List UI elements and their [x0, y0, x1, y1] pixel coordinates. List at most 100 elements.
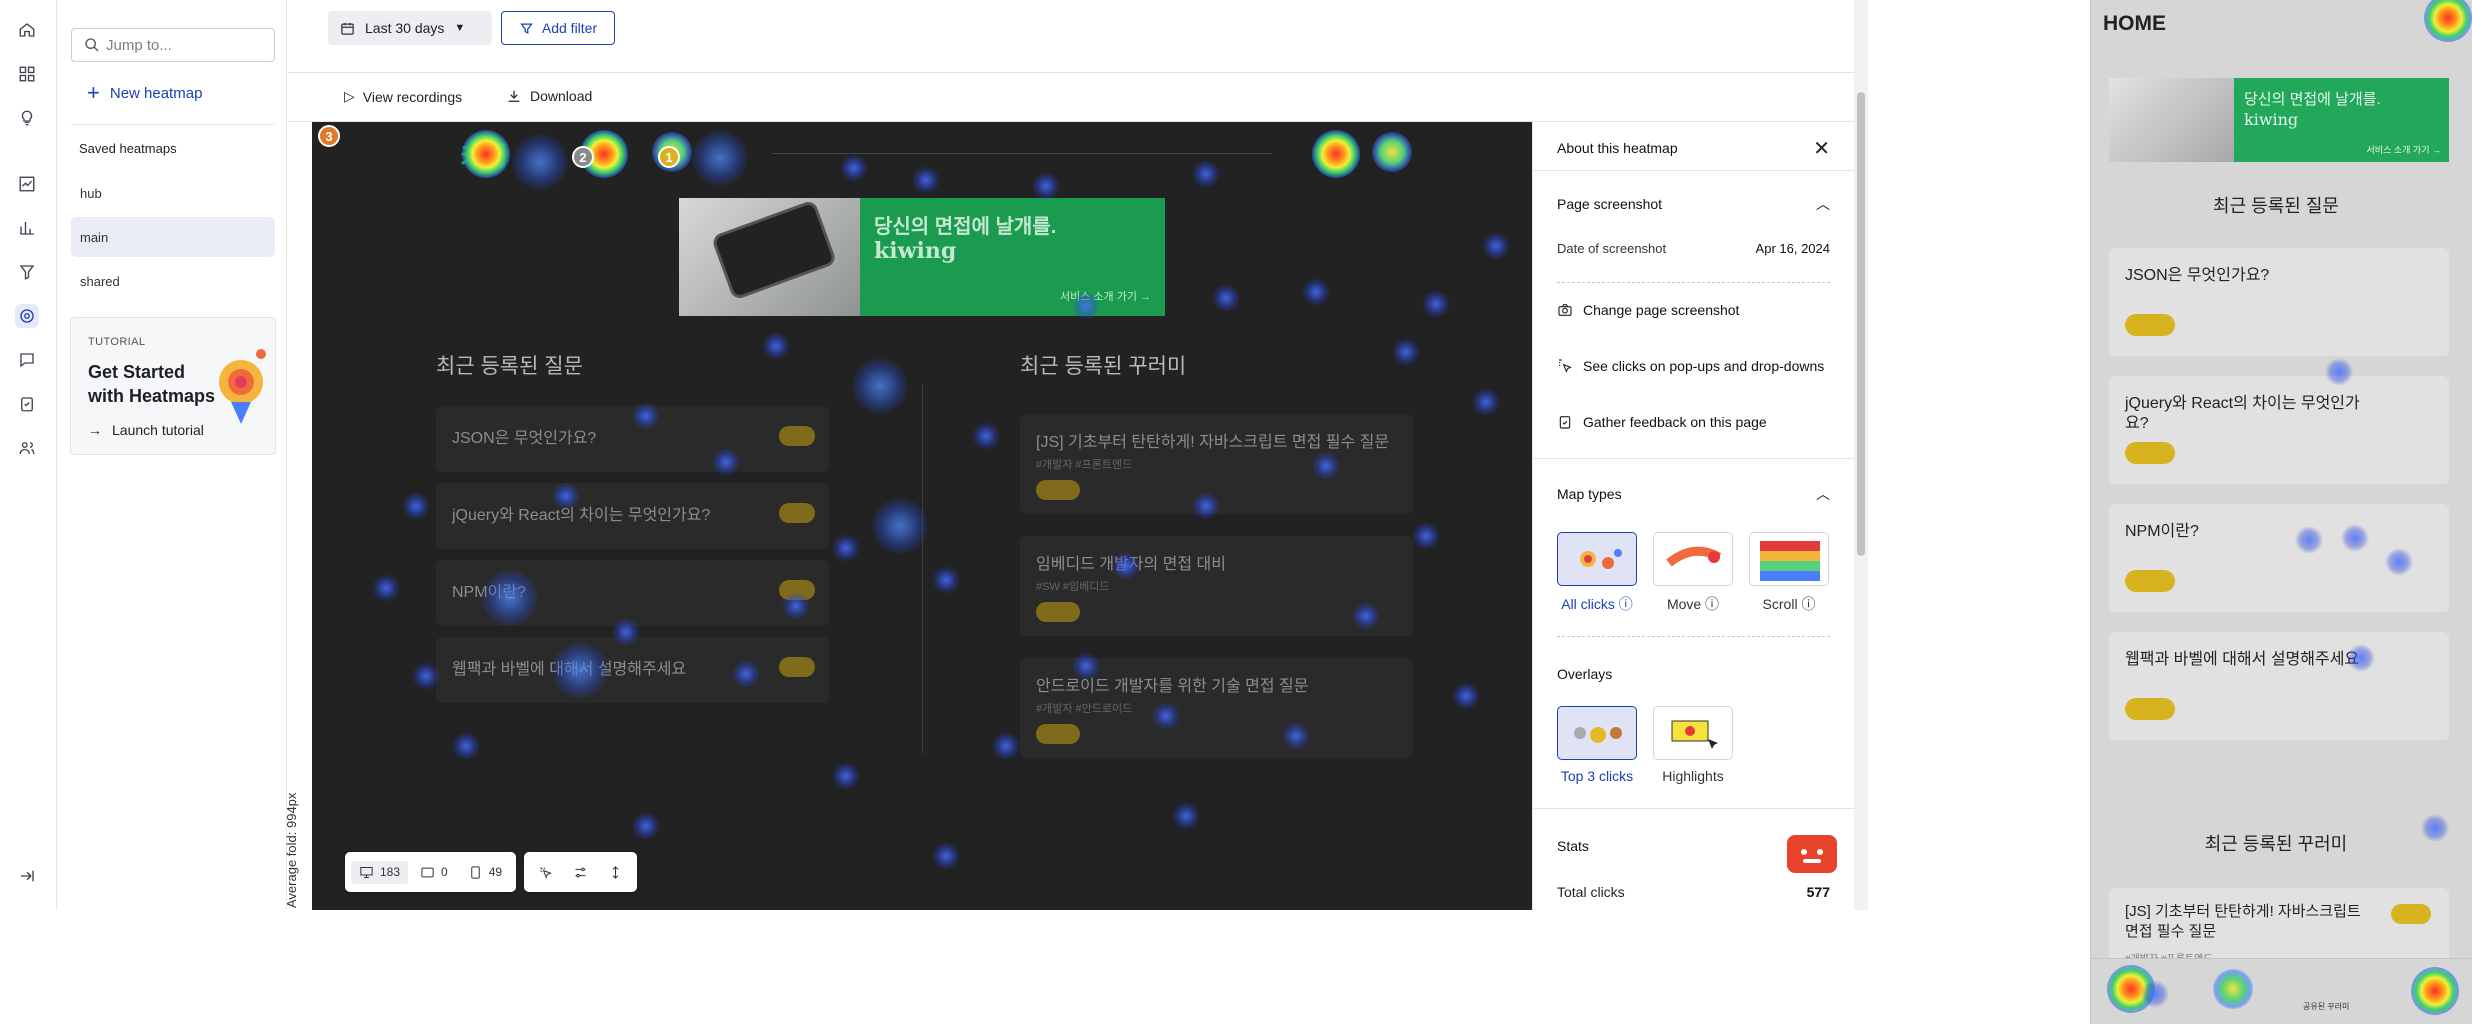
mobile-hero-line-1: 당신의 면접에 날개를.	[2244, 91, 2381, 108]
heatmap-canvas[interactable]: 키윙 당신의 면접에 날개를. kiwing 서비스 소개 가기 → 최근 등록…	[312, 122, 1532, 910]
bundle-title: [JS] 기초부터 탄탄하게! 자바스크립트 면접 필수 질문	[1036, 434, 1390, 451]
all-clicks-map-option[interactable]	[1557, 532, 1637, 586]
question-badge	[2125, 442, 2175, 464]
calendar-icon	[341, 22, 354, 35]
trends-icon[interactable]	[15, 172, 39, 196]
see-clicks-button[interactable]: See clicks on pop-ups and drop-downs	[1557, 354, 1830, 378]
heat-spot	[2141, 980, 2169, 1008]
heat-spot	[732, 660, 760, 688]
desktop-toggle[interactable]: 183	[351, 860, 409, 884]
heat-spot	[972, 422, 1000, 450]
sliders-icon	[575, 867, 586, 877]
top-3-clicks-overlay-option[interactable]	[1557, 706, 1637, 760]
move-map-option[interactable]	[1653, 532, 1733, 586]
move-thumbnail	[1666, 546, 1722, 567]
surveys-icon[interactable]	[15, 392, 39, 416]
question-badge	[2125, 570, 2175, 592]
date-range-select[interactable]: Last 30 days ▼	[328, 11, 492, 45]
heat-spot	[1172, 802, 1200, 830]
click-tool[interactable]	[530, 861, 561, 884]
heat-spot	[2421, 814, 2449, 842]
saved-item-hub[interactable]: hub	[71, 173, 275, 213]
add-filter-button[interactable]: Add filter	[501, 11, 615, 45]
launch-tutorial-link[interactable]: → Launch tutorial	[88, 422, 204, 438]
view-recordings-button[interactable]: ▷ View recordings	[344, 88, 462, 105]
heat-spot	[632, 402, 660, 430]
download-icon	[508, 90, 520, 102]
column-divider	[922, 384, 923, 754]
heat-spot	[872, 498, 928, 554]
mobile-bundle-card: [JS] 기초부터 탄탄하게! 자바스크립트 면접 필수 질문 #개발자 #프론…	[2109, 888, 2449, 968]
collapse-sidebar-icon[interactable]	[15, 864, 39, 888]
bundle-badge	[1036, 602, 1080, 622]
download-button[interactable]: Download	[506, 88, 592, 104]
funnel-icon[interactable]	[15, 260, 39, 284]
mobile-toggle[interactable]: 49	[460, 861, 510, 884]
new-heatmap-button[interactable]: + New heatmap	[87, 82, 202, 104]
bundle-tags: #개발자 #안드로이드	[1036, 703, 1133, 715]
mobile-hero-green: 당신의 면접에 날개를. kiwing 서비스 소개 가기 →	[2234, 78, 2449, 162]
mobile-hero-cta: 서비스 소개 가기 →	[2366, 145, 2441, 155]
map-types-section[interactable]: Map types ︿	[1557, 482, 1830, 506]
mobile-hero-banner: 당신의 면접에 날개를. kiwing 서비스 소개 가기 →	[2109, 78, 2449, 162]
heat-spot	[1312, 130, 1360, 178]
saved-item-shared[interactable]: shared	[71, 261, 275, 301]
hero-line-2: kiwing	[874, 238, 957, 264]
question-text: 웹팩과 바벨에 대해서 설명해주세요	[2125, 651, 2360, 668]
bar-chart-icon[interactable]	[15, 216, 39, 240]
heat-spot	[552, 482, 580, 510]
adjust-tool[interactable]	[565, 861, 596, 884]
view-tools	[524, 852, 638, 892]
question-text: JSON은 무엇인가요?	[2125, 267, 2270, 284]
scroll-label: Scroll ⓘ	[1762, 596, 1816, 612]
heat-spot	[482, 570, 538, 626]
main-scrollbar[interactable]	[1854, 0, 1868, 910]
rank-badge-1: 1	[658, 146, 680, 168]
dashed-divider	[1557, 282, 1830, 283]
close-icon[interactable]: ✕	[1813, 136, 1830, 161]
question-badge	[779, 657, 815, 677]
heat-spot	[712, 448, 740, 476]
saved-heatmaps-title: Saved heatmaps	[79, 141, 177, 156]
gather-feedback-button[interactable]: Gather feedback on this page	[1557, 410, 1830, 434]
search-icon	[85, 38, 99, 52]
launch-tutorial-label: Launch tutorial	[112, 422, 204, 438]
dashboard-icon[interactable]	[15, 62, 39, 86]
users-icon[interactable]	[15, 436, 39, 460]
heat-spot	[452, 732, 480, 760]
heat-spot	[1392, 338, 1420, 366]
mobile-question-card: 웹팩과 바벨에 대해서 설명해주세요	[2109, 632, 2449, 740]
hero-phone-image	[679, 198, 860, 316]
heat-spot	[1482, 232, 1510, 260]
feedback-icon[interactable]	[15, 348, 39, 372]
heat-spot	[402, 492, 430, 520]
top-bar: Last 30 days ▼ Add filter	[288, 0, 1854, 73]
saved-item-main[interactable]: main	[71, 217, 275, 257]
vertical-resize-icon	[612, 865, 619, 879]
scrollbar-thumb[interactable]	[1857, 92, 1865, 556]
tablet-toggle[interactable]: 0	[412, 861, 456, 884]
scroll-map-option[interactable]	[1749, 532, 1829, 586]
tutorial-illustration	[219, 349, 266, 424]
home-icon[interactable]	[15, 18, 39, 42]
question-text: jQuery와 React의 차이는 무엇인가요?	[2125, 395, 2360, 432]
heat-spot	[372, 574, 400, 602]
resize-tool[interactable]	[600, 861, 631, 884]
heatmaps-icon[interactable]	[15, 304, 39, 328]
cursor-click-icon	[540, 866, 552, 879]
chat-widget-icon[interactable]	[1787, 835, 1837, 873]
rank-badge-3: 3	[318, 125, 340, 147]
question-card: 웹팩과 바벨에 대해서 설명해주세요	[436, 637, 829, 703]
play-icon: ▷	[344, 88, 355, 104]
total-clicks-value: 577	[1806, 884, 1830, 900]
heat-spot	[832, 534, 860, 562]
jump-to-search[interactable]: Jump to...	[71, 28, 275, 62]
mobile-nav-bundles[interactable]: 공유된 꾸러미	[2303, 1001, 2349, 1012]
highlights-label: Highlights	[1662, 768, 1724, 784]
highlights-overlay-option[interactable]	[1653, 706, 1733, 760]
bulb-icon[interactable]	[15, 106, 39, 130]
change-screenshot-button[interactable]: Change page screenshot	[1557, 298, 1830, 322]
search-placeholder: Jump to...	[106, 36, 172, 54]
filter-icon	[520, 23, 533, 34]
page-screenshot-section[interactable]: Page screenshot ︿	[1557, 192, 1830, 216]
